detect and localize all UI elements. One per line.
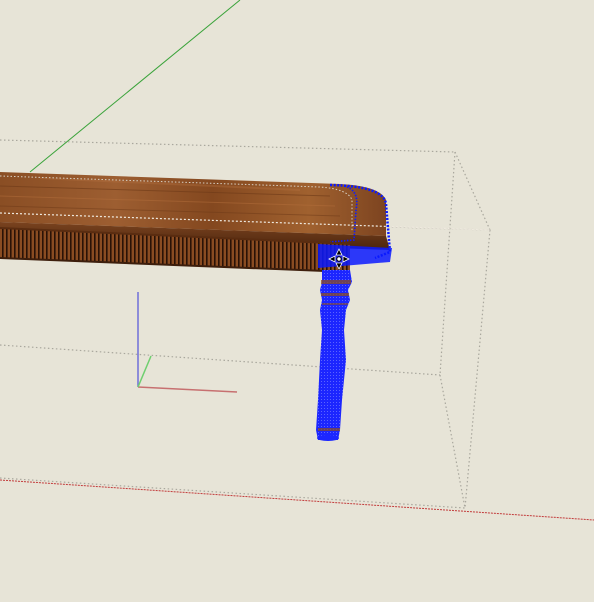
modeling-viewport[interactable]: [0, 0, 594, 602]
red-axis-line: [0, 479, 594, 521]
table-leg[interactable]: [316, 270, 352, 441]
scene-canvas[interactable]: [0, 0, 594, 602]
axes-gizmo: [137, 292, 238, 393]
green-axis-line: [29, 0, 241, 173]
